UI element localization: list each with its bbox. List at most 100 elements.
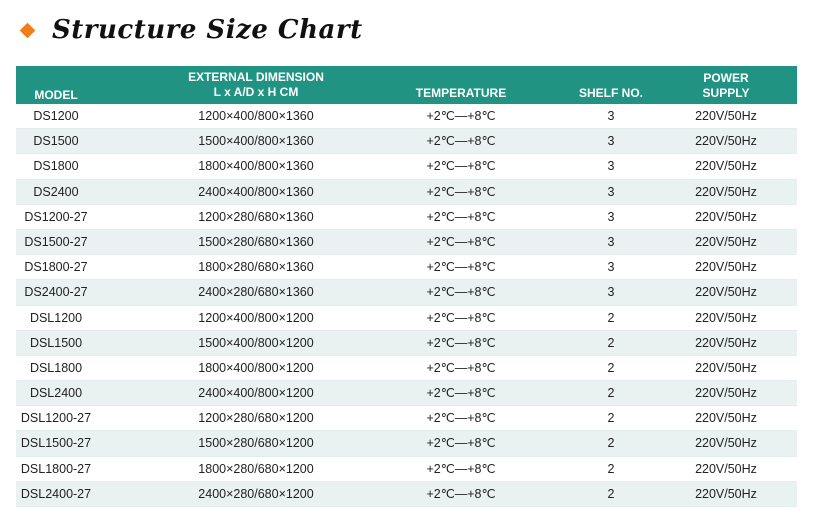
- cell-dimension: 2400×400/800×1200: [198, 386, 314, 401]
- cell-dimension: 1200×280/680×1360: [198, 209, 314, 224]
- cell-temperature: +2℃—+8℃: [426, 109, 496, 123]
- cell-power: 220V/50Hz: [695, 411, 757, 426]
- cell-temperature: +2℃—+8℃: [426, 134, 496, 149]
- table-row: DSL1200-27 1200×280/680×1200 +2℃—+8℃ 2 220V/…: [16, 406, 797, 432]
- cell-shelf: 2: [607, 461, 615, 476]
- cell-dimension: 1800×400/800×1200: [198, 360, 314, 375]
- cell-power: 220V/50Hz: [695, 486, 757, 501]
- title-bar: Structure Size Chart: [19, 12, 363, 48]
- cell-model: DSL1200-27: [20, 411, 92, 426]
- cell-shelf: 3: [607, 260, 615, 275]
- table-row: DS1800 1800×400/800×1360 +2℃—+8℃ 3 220V/50Hz: [16, 154, 797, 180]
- cell-shelf: 2: [607, 486, 615, 501]
- cell-dimension: 1200×400/800×1360: [198, 109, 314, 123]
- header-dimension: EXTERNAL DIMENSION L x A/D x H CM: [166, 70, 346, 100]
- cell-power: 220V/50Hz: [695, 184, 757, 199]
- cell-power: 220V/50Hz: [695, 234, 757, 249]
- header-dimension-line1: EXTERNAL DIMENSION: [188, 70, 324, 84]
- cell-power: 220V/50Hz: [695, 285, 757, 300]
- cell-power: 220V/50Hz: [695, 436, 757, 451]
- diamond-bullet-icon: [19, 22, 36, 38]
- cell-power: 220V/50Hz: [695, 260, 757, 275]
- table-row: DSL1200 1200×400/800×1200 +2℃—+8℃ 2 220V/50H…: [16, 306, 797, 331]
- header-shelf: SHELF NO.: [578, 86, 643, 100]
- cell-shelf: 2: [607, 386, 615, 401]
- cell-model: DS2400: [33, 184, 79, 199]
- cell-model: DS1200: [33, 109, 79, 123]
- cell-dimension: 1200×400/800×1200: [198, 310, 314, 325]
- table-row: DSL1500-27 1500×280/680×1200 +2℃—+8℃ 2 220V/…: [16, 431, 797, 457]
- cell-shelf: 2: [607, 436, 615, 451]
- table-row: DSL1800 1800×400/800×1200 +2℃—+8℃ 2 220V/50H…: [16, 356, 797, 382]
- cell-temperature: +2℃—+8℃: [426, 285, 496, 300]
- table-row: DS1500-27 1500×280/680×1360 +2℃—+8℃ 3 220V/5…: [16, 229, 797, 256]
- cell-shelf: 3: [607, 285, 615, 300]
- cell-dimension: 1200×280/680×1200: [198, 411, 314, 426]
- cell-model: DS1500: [33, 134, 79, 149]
- cell-dimension: 1500×400/800×1360: [198, 134, 314, 149]
- cell-model: DSL1500: [29, 335, 83, 350]
- cell-temperature: +2℃—+8℃: [426, 386, 496, 401]
- cell-temperature: +2℃—+8℃: [426, 234, 496, 249]
- header-power: POWER SUPPLY: [681, 71, 771, 101]
- cell-temperature: +2℃—+8℃: [426, 260, 496, 275]
- cell-temperature: +2℃—+8℃: [426, 184, 496, 199]
- header-model: MODEL: [34, 88, 78, 102]
- cell-power: 220V/50Hz: [695, 386, 757, 401]
- header-dimension-line2: L x A/D x H CM: [213, 85, 299, 99]
- cell-shelf: 2: [607, 411, 615, 426]
- cell-model: DSL1500-27: [20, 436, 92, 451]
- cell-dimension: 2400×280/680×1360: [198, 285, 314, 300]
- table-row: DS1200-27 1200×280/680×1360 +2℃—+8℃ 3 220V/5…: [16, 205, 797, 230]
- cell-model: DS1800: [33, 159, 79, 174]
- cell-shelf: 3: [607, 184, 615, 199]
- cell-model: DSL2400: [29, 386, 83, 401]
- cell-shelf: 3: [607, 159, 615, 174]
- table-row: DSL2400 2400×400/800×1200 +2℃—+8℃ 2 220V/50H…: [16, 381, 797, 407]
- table-row: DS1500 1500×400/800×1360 +2℃—+8℃ 3 220V/50Hz: [16, 129, 797, 155]
- cell-model: DSL1800-27: [20, 461, 92, 476]
- cell-dimension: 1800×280/680×1200: [198, 461, 314, 476]
- cell-temperature: +2℃—+8℃: [426, 436, 496, 451]
- cell-power: 220V/50Hz: [695, 310, 757, 325]
- cell-temperature: +2℃—+8℃: [426, 209, 496, 224]
- cell-dimension: 2400×280/680×1200: [198, 486, 314, 501]
- cell-dimension: 1500×280/680×1360: [198, 234, 314, 249]
- cell-temperature: +2℃—+8℃: [426, 159, 496, 174]
- cell-shelf: 2: [607, 310, 615, 325]
- cell-temperature: +2℃—+8℃: [426, 360, 496, 375]
- cell-shelf: 2: [607, 360, 615, 375]
- cell-power: 220V/50Hz: [695, 159, 757, 174]
- table-row: DSL1800-27 1800×280/680×1200 +2℃—+8℃ 2 220V/…: [16, 457, 797, 482]
- cell-shelf: 3: [607, 109, 615, 123]
- header-power-line1: POWER: [703, 71, 749, 85]
- cell-power: 220V/50Hz: [695, 109, 757, 123]
- cell-power: 220V/50Hz: [695, 335, 757, 350]
- table-row: DS1200 1200×400/800×1360 +2℃—+8℃ 3 220V/50Hz: [16, 104, 797, 130]
- cell-temperature: +2℃—+8℃: [426, 486, 496, 501]
- table-row: DS2400-27 2400×280/680×1360 +2℃—+8℃ 3 220V/5…: [16, 280, 797, 306]
- cell-model: DS1200-27: [24, 209, 88, 224]
- cell-dimension: 1500×400/800×1200: [198, 335, 314, 350]
- cell-temperature: +2℃—+8℃: [426, 461, 496, 476]
- table-row: DS2400 2400×400/800×1360 +2℃—+8℃ 3 220V/50Hz: [16, 179, 797, 205]
- cell-model: DS2400-27: [24, 285, 88, 300]
- cell-model: DS1500-27: [24, 234, 88, 249]
- cell-shelf: 3: [607, 234, 615, 249]
- header-power-line2: SUPPLY: [702, 86, 750, 100]
- cell-dimension: 1800×280/680×1360: [198, 260, 314, 275]
- cell-shelf: 2: [607, 335, 615, 350]
- cell-power: 220V/50Hz: [695, 134, 757, 149]
- table-header: MODEL EXTERNAL DIMENSION L x A/D x H CM …: [16, 66, 797, 104]
- table-row: DSL2400-27 2400×280/680×1200 +2℃—+8℃ 2 220V/…: [16, 481, 797, 507]
- cell-model: DSL1800: [29, 360, 83, 375]
- cell-power: 220V/50Hz: [695, 360, 757, 375]
- cell-power: 220V/50Hz: [695, 461, 757, 476]
- cell-shelf: 3: [607, 134, 615, 149]
- table-body: DS1200 1200×400/800×1360 +2℃—+8℃ 3 220V/50Hz…: [16, 104, 797, 507]
- cell-shelf: 3: [607, 209, 615, 224]
- cell-model: DSL1200: [29, 310, 83, 325]
- page-title: Structure Size Chart: [52, 15, 363, 45]
- cell-model: DS1800-27: [24, 260, 88, 275]
- table-row: DS1800-27 1800×280/680×1360 +2℃—+8℃ 3 220V/5…: [16, 255, 797, 281]
